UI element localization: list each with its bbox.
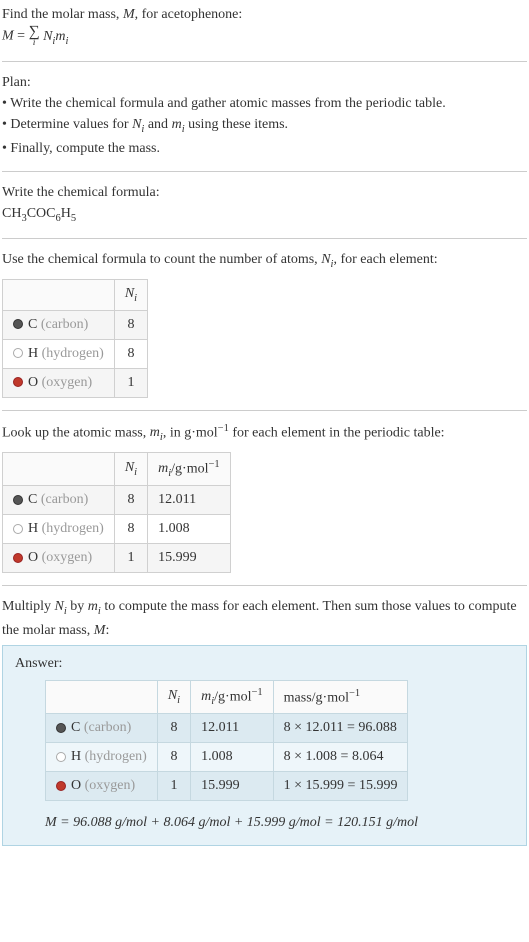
intro-prefix: Find the molar mass, [2,7,123,22]
n-cell: 8 [157,743,190,772]
multiply-section: Multiply Ni by mi to compute the mass fo… [2,596,527,846]
final-equation: M = 96.088 g/mol + 8.064 g/mol + 15.999 … [45,815,514,831]
divider [2,410,527,411]
element-cell: C (carbon) [3,486,115,515]
dot-icon [56,781,66,791]
mass-cell: 1 × 15.999 = 15.999 [273,772,408,801]
element-cell: C (carbon) [46,714,158,743]
plan-bullet-3: • Finally, compute the mass. [2,138,527,159]
header-mass: mass/g·mol−1 [273,680,408,713]
table-header-row: Ni mi/g·mol−1 mass/g·mol−1 [46,680,408,713]
intro-equation: M = ∑i Nimi [2,25,527,49]
table-row: O (oxygen) 1 15.999 1 × 15.999 = 15.999 [46,772,408,801]
m-cell: 15.999 [191,772,274,801]
m-cell: 1.008 [148,515,231,544]
m-cell: 12.011 [148,486,231,515]
answer-label: Answer: [15,656,514,672]
table-row: O (oxygen) 1 [3,368,148,397]
formula-section: Write the chemical formula: CH3COC6H5 [2,182,527,227]
counts-heading: Use the chemical formula to count the nu… [2,249,527,273]
header-blank [3,452,115,485]
sigma-icon: ∑i [29,25,40,48]
m-cell: 12.011 [191,714,274,743]
header-ni: Ni [114,279,147,310]
n-cell: 1 [157,772,190,801]
element-cell: H (hydrogen) [46,743,158,772]
table-row: C (carbon) 8 12.011 8 × 12.011 = 96.088 [46,714,408,743]
element-cell: H (hydrogen) [3,515,115,544]
dot-icon [56,752,66,762]
intro-section: Find the molar mass, M, for acetophenone… [2,4,527,49]
header-mi: mi/g·mol−1 [191,680,274,713]
n-cell: 8 [157,714,190,743]
eq-equals: = [14,29,29,44]
divider [2,585,527,586]
n-cell: 8 [114,515,147,544]
m-cell: 15.999 [148,544,231,573]
header-blank [3,279,115,310]
counts-table: Ni C (carbon) 8 H (hydrogen) 8 O (oxygen… [2,279,148,398]
dot-icon [13,319,23,329]
header-blank [46,680,158,713]
dot-icon [13,495,23,505]
mass-cell: 8 × 12.011 = 96.088 [273,714,408,743]
element-cell: C (carbon) [3,310,115,339]
divider [2,238,527,239]
answer-box: Answer: Ni mi/g·mol−1 mass/g·mol−1 C (ca… [2,645,527,846]
plan-section: Plan: • Write the chemical formula and g… [2,72,527,159]
header-ni: Ni [157,680,190,713]
answer-table: Ni mi/g·mol−1 mass/g·mol−1 C (carbon) 8 … [45,680,408,801]
mass-table: Ni mi/g·mol−1 C (carbon) 8 12.011 H (hyd… [2,452,231,573]
divider [2,61,527,62]
plan-bullet-1: • Write the chemical formula and gather … [2,93,527,114]
element-cell: H (hydrogen) [3,339,115,368]
element-cell: O (oxygen) [3,368,115,397]
table-header-row: Ni mi/g·mol−1 [3,452,231,485]
table-row: H (hydrogen) 8 [3,339,148,368]
formula-heading: Write the chemical formula: [2,182,527,203]
eq-rhs: Nimi [43,29,68,44]
header-ni: Ni [114,452,147,485]
element-cell: O (oxygen) [46,772,158,801]
table-row: C (carbon) 8 [3,310,148,339]
table-row: O (oxygen) 1 15.999 [3,544,231,573]
dot-icon [13,524,23,534]
intro-suffix: , for acetophenone: [135,7,243,22]
mass-cell: 8 × 1.008 = 8.064 [273,743,408,772]
m-cell: 1.008 [191,743,274,772]
chemical-formula: CH3COC6H5 [2,203,527,227]
multiply-text: Multiply Ni by mi to compute the mass fo… [2,596,527,641]
table-header-row: Ni [3,279,148,310]
table-row: H (hydrogen) 8 1.008 8 × 1.008 = 8.064 [46,743,408,772]
eq-lhs: M [2,29,14,44]
table-row: H (hydrogen) 8 1.008 [3,515,231,544]
counts-section: Use the chemical formula to count the nu… [2,249,527,397]
n-cell: 8 [114,486,147,515]
n-cell: 8 [114,310,147,339]
plan-heading: Plan: [2,72,527,93]
table-row: C (carbon) 8 12.011 [3,486,231,515]
divider [2,171,527,172]
n-cell: 8 [114,339,147,368]
header-mi: mi/g·mol−1 [148,452,231,485]
dot-icon [13,553,23,563]
element-cell: O (oxygen) [3,544,115,573]
intro-var-M: M [123,7,135,22]
dot-icon [13,348,23,358]
mass-section: Look up the atomic mass, mi, in g·mol−1 … [2,421,527,574]
dot-icon [56,723,66,733]
plan-bullet-2: • Determine values for Ni and mi using t… [2,114,527,138]
mass-heading: Look up the atomic mass, mi, in g·mol−1 … [2,421,527,446]
dot-icon [13,377,23,387]
intro-line1: Find the molar mass, M, for acetophenone… [2,4,527,25]
n-cell: 1 [114,368,147,397]
n-cell: 1 [114,544,147,573]
